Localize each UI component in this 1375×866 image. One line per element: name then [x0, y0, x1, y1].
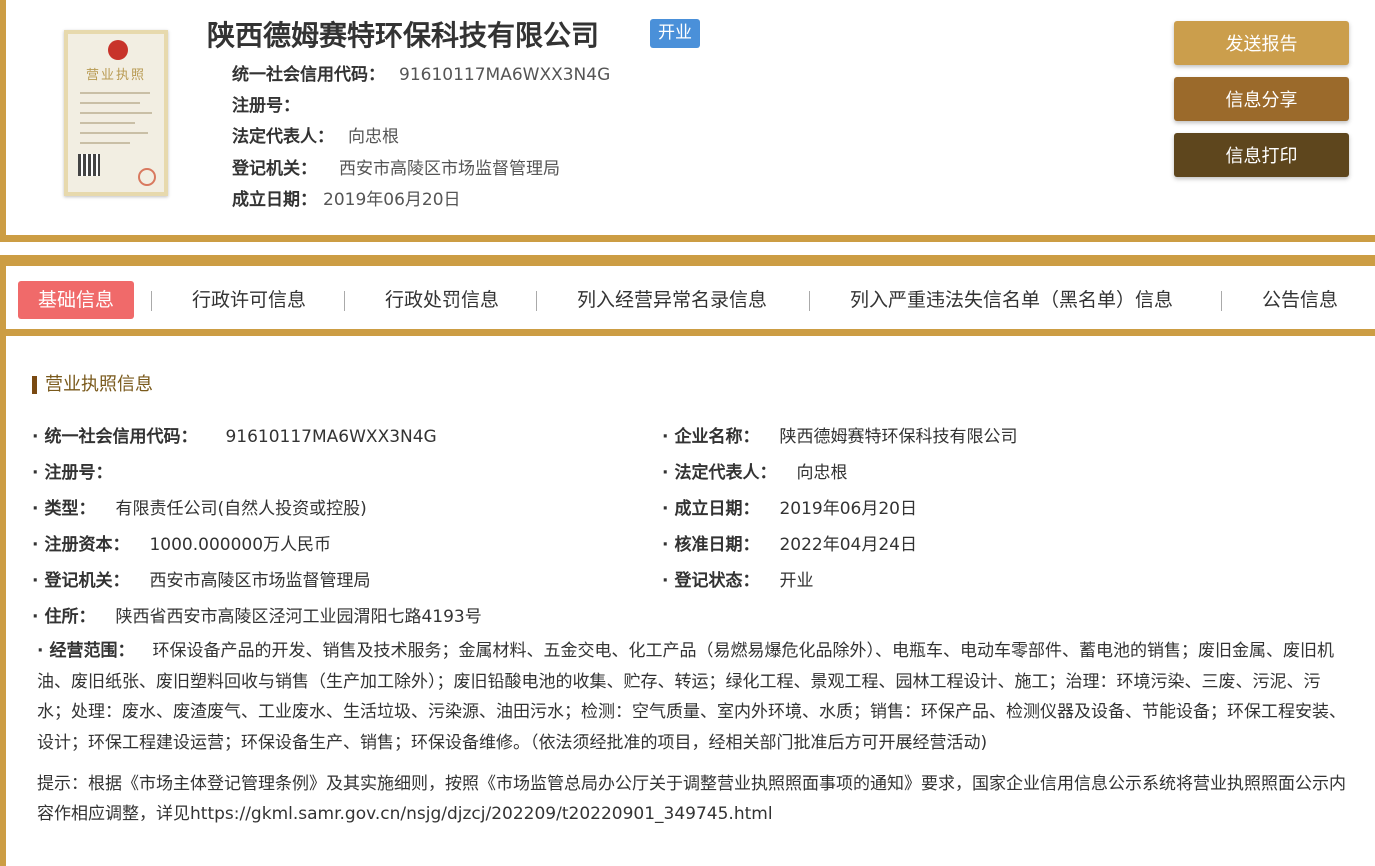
license-image-title: 营业执照	[85, 68, 146, 83]
field-registration-number: · 注册号：	[32, 463, 113, 483]
share-info-button[interactable]: 信息分享	[1174, 77, 1349, 121]
tab-divider	[809, 291, 810, 311]
business-license-image[interactable]: 营业执照	[64, 30, 168, 196]
business-scope: · 经营范围： 环保设备产品的开发、销售及技术服务；金属材料、五金交电、化工产品（易…	[37, 641, 1346, 753]
field-label: 经营范围：	[49, 641, 135, 661]
field-registration-authority: · 登记机关： 西安市高陵区市场监督管理局	[32, 571, 371, 591]
tab-bar: 基础信息 行政许可信息 行政处罚信息 列入经营异常名录信息 列入严重违法失信名单…	[6, 266, 1375, 336]
field-label: 法定代表人：	[674, 463, 777, 483]
qr-code-icon	[78, 154, 100, 176]
license-text-line	[80, 142, 130, 144]
field-company-type: · 类型： 有限责任公司(自然人投资或控股)	[32, 499, 367, 519]
field-label: 注册号：	[232, 96, 300, 116]
field-label: 法定代表人：	[232, 127, 334, 147]
section-title: 营业执照信息	[32, 376, 153, 394]
field-value: 向忠根	[348, 127, 399, 147]
tab-divider	[151, 291, 152, 311]
tab-administrative-license[interactable]: 行政许可信息	[192, 281, 306, 319]
field-value: 2022年04月24日	[779, 535, 917, 555]
tab-basic-info[interactable]: 基础信息	[18, 281, 135, 319]
license-text-line	[80, 112, 152, 114]
field-label: 核准日期：	[674, 535, 760, 555]
status-badge: 开业	[650, 19, 700, 48]
field-label: 注册号：	[44, 463, 113, 483]
field-label: 登记机关：	[232, 159, 317, 179]
field-label: 成立日期：	[674, 499, 760, 519]
header-credit-code: 统一社会信用代码： 91610117MA6WXX3N4G	[232, 60, 610, 85]
field-value: 陕西德姆赛特环保科技有限公司	[779, 427, 1018, 447]
tab-divider	[344, 291, 345, 311]
field-value: 2019年06月20日	[323, 190, 461, 210]
notice-text: 提示：根据《市场主体登记管理条例》及其实施细则，按照《市场监管总局办公厅关于调整…	[37, 774, 1346, 824]
field-value: 91610117MA6WXX3N4G	[225, 427, 437, 447]
field-approval-date: · 核准日期： 2022年04月24日	[662, 535, 917, 555]
field-address: · 住所： 陕西省西安市高陵区泾河工业园渭阳七路4193号	[32, 607, 482, 627]
header-establish-date: 成立日期： 2019年06月20日	[232, 185, 461, 210]
tab-divider	[1221, 291, 1222, 311]
field-value: 西安市高陵区市场监督管理局	[339, 159, 560, 179]
field-establish-date: · 成立日期： 2019年06月20日	[662, 499, 917, 519]
field-value: 2019年06月20日	[779, 499, 917, 519]
field-label: 登记状态：	[674, 571, 760, 591]
license-text-line	[80, 122, 135, 124]
license-text-line	[80, 102, 140, 104]
field-label: 统一社会信用代码：	[44, 427, 198, 447]
field-label: 类型：	[44, 499, 96, 519]
tab-blacklist[interactable]: 列入严重违法失信名单（黑名单）信息	[850, 281, 1173, 319]
field-label: 登记机关：	[44, 571, 130, 591]
field-value: 向忠根	[796, 463, 848, 483]
field-registration-status: · 登记状态： 开业	[662, 571, 814, 591]
header-registration-number: 注册号：	[232, 91, 314, 116]
details-card: 基础信息 行政许可信息 行政处罚信息 列入经营异常名录信息 列入严重违法失信名单…	[0, 255, 1375, 866]
field-value: 陕西省西安市高陵区泾河工业园渭阳七路4193号	[115, 607, 482, 627]
field-label: 成立日期：	[232, 190, 317, 210]
field-value: 有限责任公司(自然人投资或控股)	[115, 499, 367, 519]
field-company-name: · 企业名称： 陕西德姆赛特环保科技有限公司	[662, 427, 1018, 447]
field-legal-representative: · 法定代表人： 向忠根	[662, 463, 848, 483]
field-label: 注册资本：	[44, 535, 130, 555]
field-value: 1000.000000万人民币	[149, 535, 332, 555]
field-registered-capital: · 注册资本： 1000.000000万人民币	[32, 535, 332, 555]
tab-announcements[interactable]: 公告信息	[1262, 281, 1338, 319]
license-text-line	[80, 132, 148, 134]
field-value: 西安市高陵区市场监督管理局	[149, 571, 371, 591]
license-text-line	[80, 92, 150, 94]
national-emblem-icon	[108, 40, 128, 60]
send-report-button[interactable]: 发送报告	[1174, 21, 1349, 65]
official-seal-icon	[138, 168, 156, 186]
field-label: 住所：	[44, 607, 96, 627]
field-value: 91610117MA6WXX3N4G	[399, 65, 611, 85]
company-name: 陕西德姆赛特环保科技有限公司	[207, 19, 600, 52]
field-label: 企业名称：	[674, 427, 760, 447]
print-info-button[interactable]: 信息打印	[1174, 133, 1349, 177]
field-value: 环保设备产品的开发、销售及技术服务；金属材料、五金交电、化工产品（易燃易爆危化品…	[37, 641, 1346, 753]
field-value: 开业	[779, 571, 814, 591]
header-registration-authority: 登记机关： 西安市高陵区市场监督管理局	[232, 154, 560, 179]
tab-divider	[536, 291, 537, 311]
header-legal-representative: 法定代表人： 向忠根	[232, 122, 399, 147]
field-label: 统一社会信用代码：	[232, 65, 385, 85]
tab-administrative-penalty[interactable]: 行政处罚信息	[385, 281, 499, 319]
company-header-card: 营业执照 陕西德姆赛特环保科技有限公司 开业 统一社会信用代码： 91610117…	[0, 0, 1375, 242]
tab-abnormal-operation[interactable]: 列入经营异常名录信息	[577, 281, 767, 319]
field-credit-code: · 统一社会信用代码： 91610117MA6WXX3N4G	[32, 427, 437, 447]
